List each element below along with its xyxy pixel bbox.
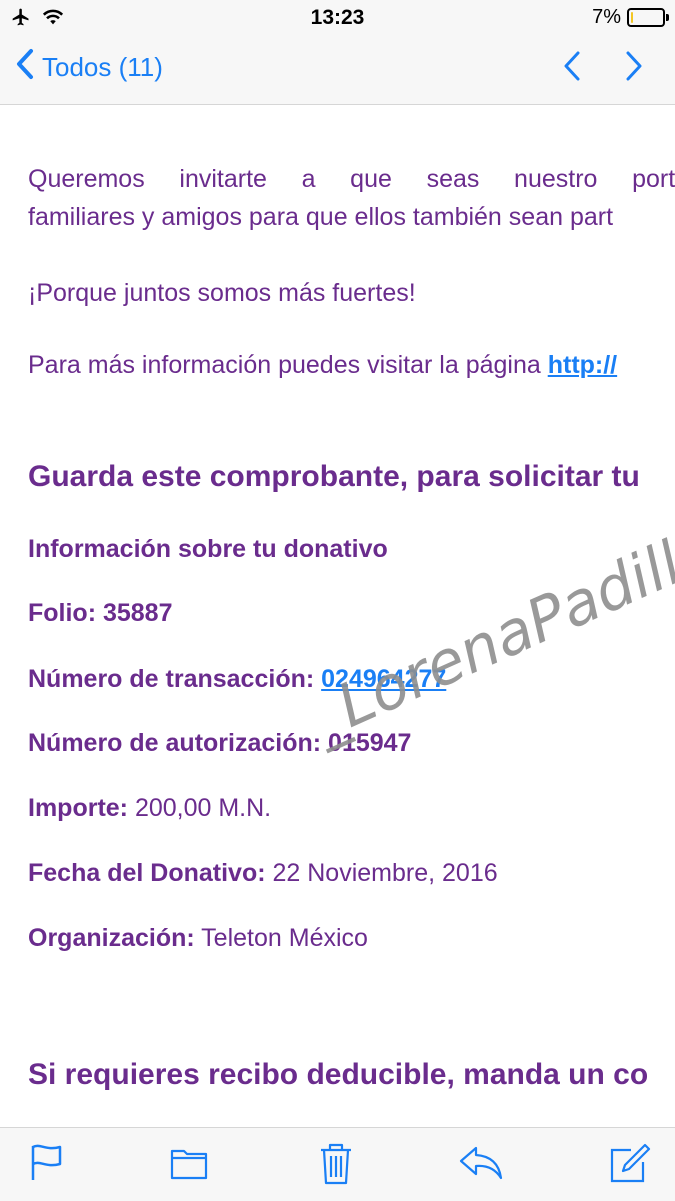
battery-level [631, 12, 633, 23]
amount-value: 200,00 M.N. [128, 794, 272, 822]
status-right: 7% [592, 6, 669, 29]
paragraph-slogan: ¡Porque juntos somos más fuertes! [28, 279, 416, 307]
previous-message-button[interactable] [563, 50, 581, 87]
mail-toolbar [0, 1127, 675, 1201]
amount-line: Importe: 200,00 M.N. [28, 794, 271, 823]
chevron-left-icon [16, 48, 34, 87]
receipt-heading: Guarda este comprobante, para solicitar … [28, 460, 640, 493]
reply-button[interactable] [458, 1142, 504, 1187]
transaction-label: Número de transacción: [28, 665, 322, 693]
date-label: Fecha del Donativo: [28, 859, 266, 887]
next-message-button[interactable] [625, 50, 643, 87]
paragraph-invite-line1: Queremos invitarte a que seas nuestro po… [28, 165, 675, 193]
delete-button[interactable] [318, 1142, 354, 1191]
donation-info-title: Información sobre tu donativo [28, 535, 388, 563]
website-link[interactable]: http:// [548, 351, 617, 379]
compose-icon [609, 1143, 651, 1188]
status-bar: 13:23 7% [0, 0, 675, 36]
back-button[interactable]: Todos (11) [16, 48, 163, 87]
organization-value: Teleton México [194, 924, 368, 952]
status-time: 13:23 [310, 6, 365, 29]
flag-button[interactable] [28, 1142, 64, 1187]
more-info-text: Para más información puedes visitar la p… [28, 351, 548, 379]
battery-icon [627, 8, 669, 27]
flag-icon [28, 1144, 64, 1186]
folder-icon [170, 1149, 208, 1186]
chevron-left-icon [563, 51, 581, 86]
deductible-heading: Si requieres recibo deducible, manda un … [28, 1058, 649, 1091]
paragraph-invite-line2: familiares y amigos para que ellos tambi… [28, 203, 614, 231]
organization-line: Organización: Teleton México [28, 924, 368, 953]
paragraph-more-info: Para más información puedes visitar la p… [28, 351, 617, 380]
chevron-right-icon [625, 51, 643, 86]
date-line: Fecha del Donativo: 22 Noviembre, 2016 [28, 859, 498, 888]
mail-nav-bar: Todos (11) [0, 36, 675, 105]
back-label: Todos (11) [42, 52, 163, 82]
date-value: 22 Noviembre, 2016 [265, 859, 498, 887]
trash-icon [318, 1143, 354, 1190]
battery-percent: 7% [592, 6, 621, 28]
reply-icon [458, 1146, 504, 1186]
organization-label: Organización: [28, 924, 195, 952]
folio-line: Folio: 35887 [28, 599, 173, 627]
compose-button[interactable] [609, 1142, 651, 1189]
amount-label: Importe: [28, 794, 128, 822]
move-to-folder-button[interactable] [170, 1142, 208, 1187]
